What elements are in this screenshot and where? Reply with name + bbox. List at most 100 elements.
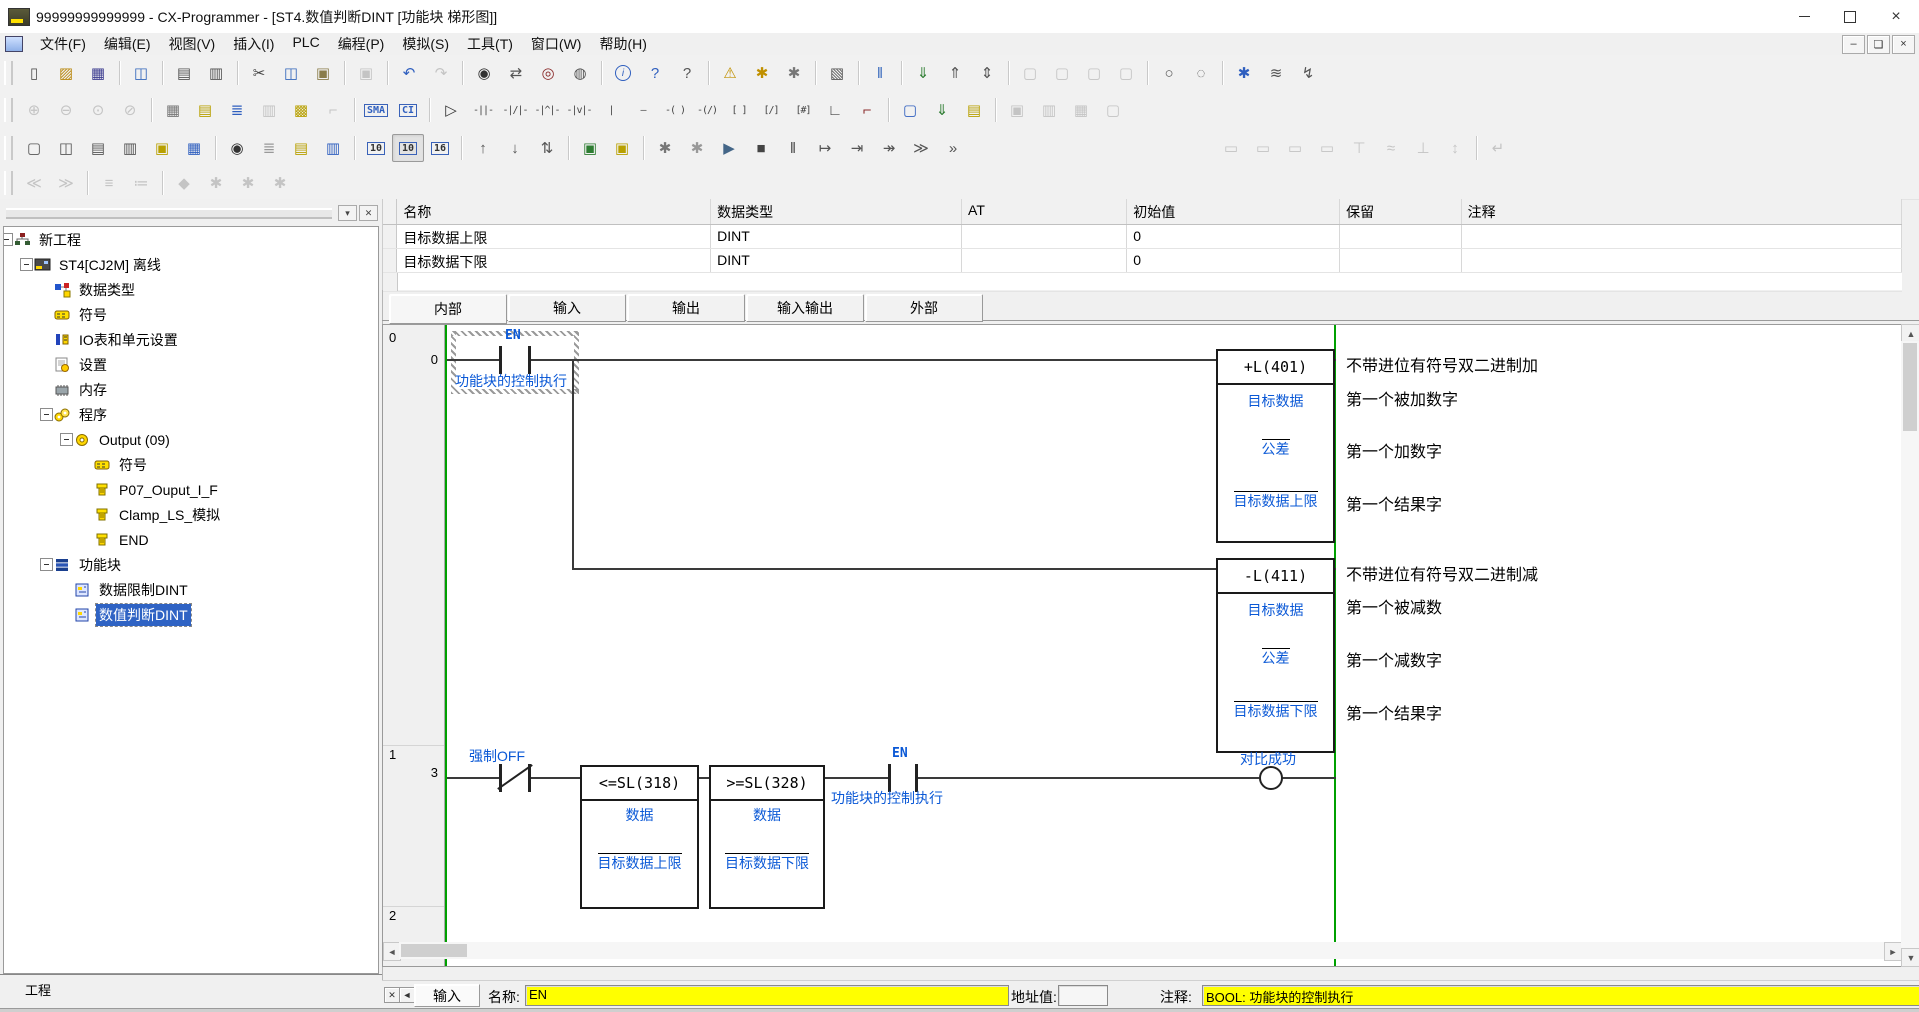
menu-f[interactable]: 文件(F) <box>31 32 95 56</box>
tile-horizontal-icon[interactable]: ▤ <box>82 134 114 162</box>
find-report-icon[interactable]: ◉ <box>221 134 253 162</box>
bar-close-button[interactable]: ✕ <box>384 987 400 1003</box>
vertical-line-icon[interactable]: | <box>595 96 627 124</box>
operand[interactable]: 目标数据 <box>1218 391 1333 411</box>
menu-w[interactable]: 窗口(W) <box>522 32 591 56</box>
view3-icon[interactable]: ▦ <box>1065 96 1097 124</box>
row-gutter[interactable] <box>383 249 397 272</box>
scan-run-icon[interactable]: » <box>937 134 969 162</box>
coil-label[interactable]: 对比成功 <box>1240 749 1296 769</box>
mnemonics-view-icon[interactable]: SMA <box>360 96 392 124</box>
instruction-block-ge[interactable]: >=SL(328) 数据 目标数据下限 <box>709 765 825 909</box>
continuous-step-icon[interactable]: ≫ <box>905 134 937 162</box>
vscroll-track[interactable] <box>1901 341 1919 948</box>
ci-view-icon[interactable]: CI <box>392 96 424 124</box>
zoom-out-icon[interactable]: ⊖ <box>50 96 82 124</box>
table-cell[interactable] <box>962 249 1127 272</box>
properties-icon[interactable]: i <box>607 59 639 87</box>
column-header-0[interactable]: 名称 <box>397 199 711 224</box>
replace-icon[interactable]: ⇄ <box>500 59 532 87</box>
find-next-icon[interactable]: ◎ <box>532 59 564 87</box>
simulator-settings-icon[interactable]: ▣ <box>606 134 638 162</box>
new-closed-contact-icon[interactable]: -|/|- <box>499 96 531 124</box>
operand[interactable]: 目标数据上限 <box>1218 491 1333 511</box>
table-cell[interactable] <box>1340 225 1462 248</box>
vscroll-down-button[interactable]: ▼ <box>1901 948 1919 967</box>
contact-label[interactable]: 强制OFF <box>469 746 525 766</box>
panel-close-button[interactable]: ✕ <box>359 205 378 221</box>
differential-monitor-icon[interactable]: ✱ <box>1228 59 1260 87</box>
mark-4-icon[interactable]: ✱ <box>264 169 296 197</box>
list-up-icon[interactable]: ≡ <box>93 169 125 197</box>
tree-item-clamp_ls_--[interactable]: Clamp_LS_模拟 <box>4 502 378 527</box>
new-or-closed-contact-icon[interactable]: -|v|- <box>563 96 595 124</box>
column-header-2[interactable]: AT <box>962 199 1127 224</box>
tree-expand-toggle[interactable] <box>20 258 33 271</box>
mdi-restore-button[interactable]: ❏ <box>1867 35 1890 54</box>
help-icon[interactable]: ? <box>639 59 671 87</box>
find-icon[interactable]: ◉ <box>468 59 500 87</box>
operand[interactable]: 数据 <box>711 805 823 825</box>
operand[interactable]: 目标数据下限 <box>1218 701 1333 721</box>
sim-stop-icon[interactable]: ■ <box>745 134 777 162</box>
vscroll-thumb[interactable] <box>1903 343 1917 431</box>
panel-drag-grip[interactable] <box>6 208 332 219</box>
mdi-close-button[interactable]: × <box>1892 35 1915 54</box>
signed-decimal-display-button[interactable]: 10 <box>392 134 424 162</box>
ladder-editor[interactable]: 0 0 1 3 2 EN 功能块的控制执行 +L(401) 目标数据 公差 目标… <box>382 324 1903 967</box>
tree-item---[interactable]: 符号 <box>4 302 378 327</box>
line-connect-icon[interactable]: ∟ <box>819 96 851 124</box>
print-icon[interactable]: ▤ <box>168 59 200 87</box>
line-delete-icon[interactable]: ⌐ <box>851 96 883 124</box>
menu-p[interactable]: 编程(P) <box>329 32 394 56</box>
name-field[interactable]: EN <box>525 985 1009 1006</box>
step-in-icon[interactable]: ⇥ <box>841 134 873 162</box>
row-gutter[interactable] <box>383 225 397 248</box>
symbol-table-icon[interactable]: ▤ <box>189 96 221 124</box>
menu-e[interactable]: 编辑(E) <box>95 32 160 56</box>
sim-pause-icon[interactable]: ‖ <box>777 134 809 162</box>
fb-library-icon[interactable]: ▢ <box>894 96 926 124</box>
redo-icon[interactable]: ↷ <box>425 59 457 87</box>
output-window-icon[interactable]: ▦ <box>178 134 210 162</box>
section-tab-3[interactable]: 输入输出 <box>746 294 864 322</box>
debug-mode-icon[interactable]: ▢ <box>1110 59 1142 87</box>
compile-check-icon[interactable]: ⚠ <box>714 59 746 87</box>
compare-icon[interactable]: ⇕ <box>971 59 1003 87</box>
mark-3-icon[interactable]: ✱ <box>232 169 264 197</box>
monitor-view-icon[interactable]: ▥ <box>253 96 285 124</box>
force-off-icon[interactable]: ↓ <box>499 134 531 162</box>
mdi-minimize-button[interactable]: – <box>1842 35 1865 54</box>
table-cell[interactable]: 目标数据上限 <box>397 225 711 248</box>
table-cell[interactable]: DINT <box>711 249 962 272</box>
contact-bar[interactable] <box>499 346 502 374</box>
column-header-3[interactable]: 初始值 <box>1127 199 1340 224</box>
table-cell[interactable]: 0 <box>1127 249 1340 272</box>
section-tab-4[interactable]: 外部 <box>865 294 983 322</box>
menu-v[interactable]: 视图(V) <box>160 32 225 56</box>
new-coil-icon[interactable]: -( ) <box>659 96 691 124</box>
operand[interactable]: 目标数据 <box>1218 600 1333 620</box>
tree-item---[interactable]: 符号 <box>4 452 378 477</box>
tree-item-output--09-[interactable]: Output (09) <box>4 427 378 452</box>
new-file-icon[interactable]: ▯ <box>18 59 50 87</box>
step-over-icon[interactable]: ↠ <box>873 134 905 162</box>
tree-item-end[interactable]: END <box>4 527 378 552</box>
watch-window-icon[interactable]: ✱ <box>746 59 778 87</box>
print-preview-icon[interactable]: ▥ <box>200 59 232 87</box>
view1-icon[interactable]: ▣ <box>1001 96 1033 124</box>
contact-label[interactable]: EN <box>892 746 908 761</box>
menu-s[interactable]: 模拟(S) <box>393 32 458 56</box>
fb-transfer-icon[interactable]: ⇓ <box>926 96 958 124</box>
simulator-online-icon[interactable]: ▣ <box>574 134 606 162</box>
column-header-1[interactable]: 数据类型 <box>711 199 962 224</box>
contact-bar[interactable] <box>528 346 531 374</box>
zoom-reset-icon[interactable]: ⊘ <box>114 96 146 124</box>
save-icon[interactable]: ▦ <box>82 59 114 87</box>
horizontal-line-icon[interactable]: — <box>627 96 659 124</box>
instruction-icon[interactable]: [ ] <box>723 96 755 124</box>
operand[interactable]: 公差 <box>1218 439 1333 459</box>
expansion-icon[interactable]: [#] <box>787 96 819 124</box>
table-cell[interactable] <box>1462 225 1902 248</box>
operand[interactable]: 目标数据上限 <box>582 853 697 873</box>
